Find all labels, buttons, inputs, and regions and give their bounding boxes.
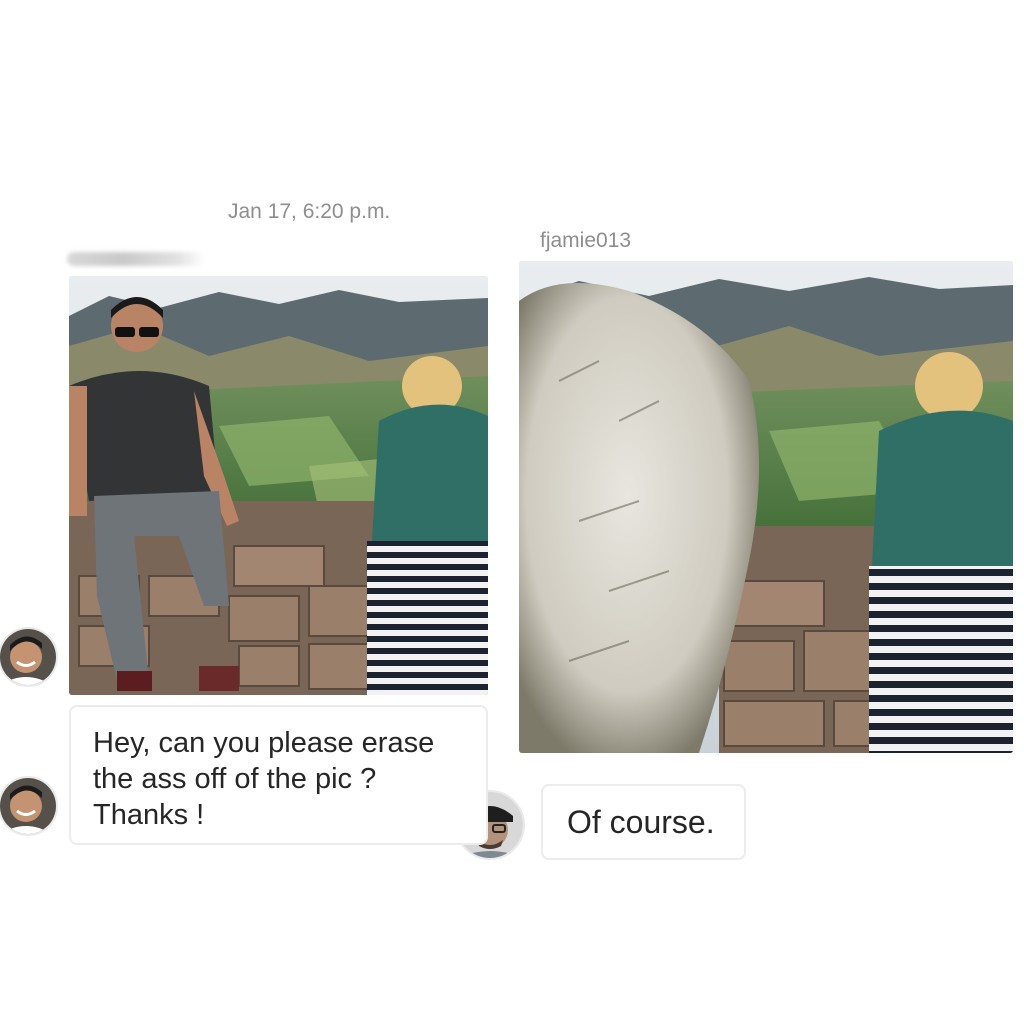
edited-photo-message[interactable] — [519, 261, 1013, 753]
edited-photo — [519, 261, 1013, 753]
sender-avatar[interactable] — [0, 627, 58, 687]
avatar-image — [0, 629, 56, 685]
message-line: the ass off of the pic ? — [93, 763, 377, 795]
message-timestamp: Jan 17, 6:20 p.m. — [228, 200, 391, 223]
reply-text-message[interactable]: Of course. — [541, 784, 746, 860]
sender-avatar[interactable] — [0, 776, 58, 836]
sent-text-message[interactable]: Hey, can you please erase the ass off of… — [69, 705, 488, 845]
original-photo-message[interactable] — [69, 276, 488, 695]
redacted-sender-name — [67, 252, 205, 266]
avatar-image — [0, 778, 56, 834]
message-line: Thanks ! — [93, 799, 205, 831]
original-photo — [69, 276, 488, 695]
reply-author-username[interactable]: fjamie013 — [540, 229, 631, 253]
message-text: Of course. — [567, 803, 715, 840]
message-line: Hey, can you please erase — [93, 727, 435, 759]
